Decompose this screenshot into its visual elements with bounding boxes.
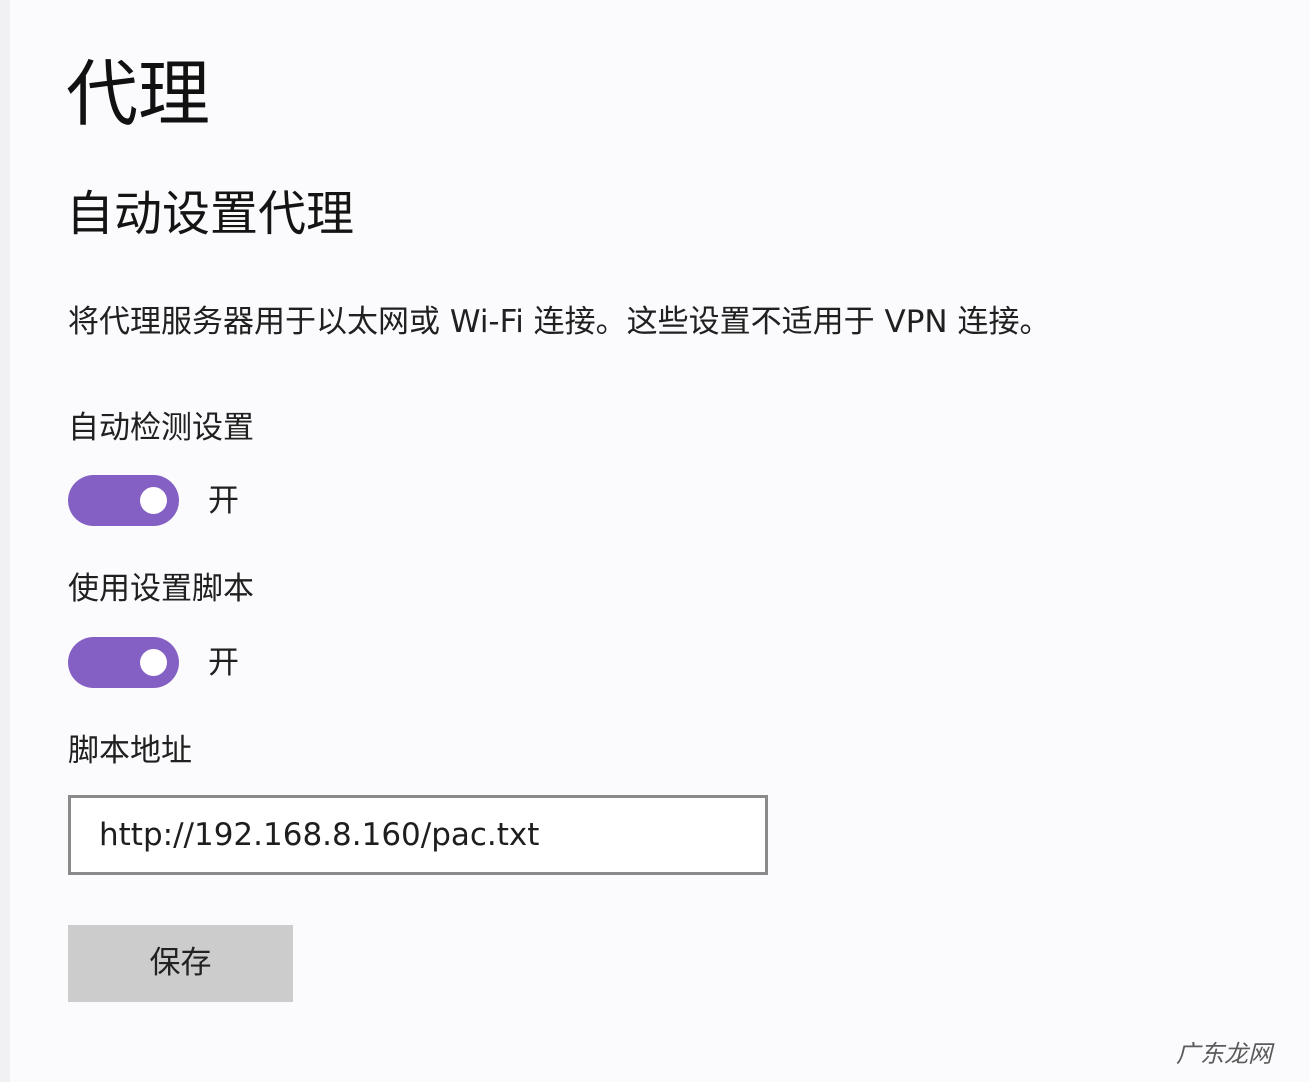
save-button[interactable]: 保存 [68,925,293,1002]
use-script-label: 使用设置脚本 [68,571,254,607]
window-left-edge [0,0,10,1082]
use-script-state: 开 [208,645,239,681]
auto-detect-toggle[interactable] [68,475,179,526]
script-address-label: 脚本地址 [68,733,192,769]
auto-detect-state: 开 [208,483,239,519]
watermark: 广东龙网 [1176,1040,1272,1068]
toggle-knob [140,487,167,514]
auto-detect-label: 自动检测设置 [68,410,254,446]
page-title: 代理 [66,52,211,136]
use-script-toggle[interactable] [68,637,179,688]
toggle-knob [140,649,167,676]
script-address-input[interactable]: http://192.168.8.160/pac.txt [68,795,768,875]
section-title-auto-proxy: 自动设置代理 [66,186,355,242]
proxy-description: 将代理服务器用于以太网或 Wi-Fi 连接。这些设置不适用于 VPN 连接。 [68,304,1051,340]
